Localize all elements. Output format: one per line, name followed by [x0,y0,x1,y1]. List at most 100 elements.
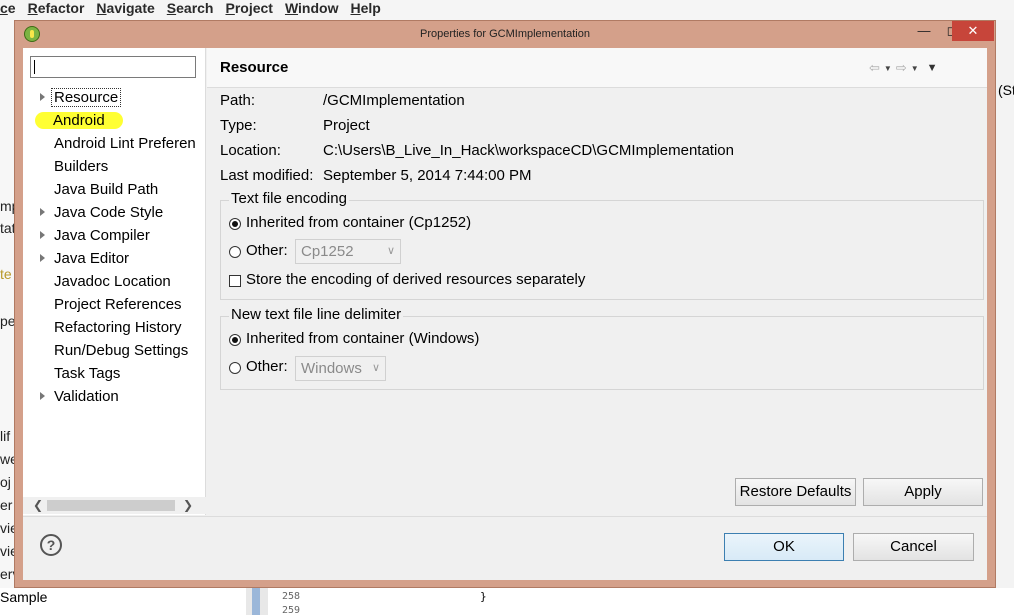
tree-item-task-tags[interactable]: Task Tags [54,363,120,384]
tree-item-java-editor[interactable]: Java Editor [54,248,129,269]
nav-horizontal-scrollbar[interactable]: ❮ ❯ [23,497,206,514]
ide-left-fragment: we [0,451,14,467]
line-delimiter-group: New text file line delimiter Inherited f… [220,306,984,390]
menu-navigate[interactable]: Navigate [96,0,154,20]
tree-item-label: Resource [51,88,122,107]
ide-left-fragment: oj [0,474,11,490]
forward-dropdown-icon[interactable]: ▼ [911,64,919,73]
last-modified-value: September 5, 2014 7:44:00 PM [323,167,532,184]
encoding-other-label[interactable]: Other: [246,242,288,259]
encoding-inherited-label[interactable]: Inherited from container (Cp1252) [246,214,471,231]
dialog-footer: ? OK Cancel [23,516,987,580]
editor-gutter [246,588,316,615]
ide-right-fragment: (St [998,82,1014,98]
page-title: Resource [220,59,289,76]
ide-left-fragment: mp [0,198,14,214]
expand-arrow-icon[interactable] [40,87,48,108]
ide-bottom-area: Sample 258 259 } [0,588,1014,615]
group-title: New text file line delimiter [229,306,404,323]
page-history-nav: ⇦ ▼ ⇨ ▼ ▼ [869,60,938,76]
derived-encoding-checkbox[interactable] [229,275,241,287]
delimiter-other-radio[interactable] [229,362,241,374]
tree-item-java-code-style[interactable]: Java Code Style [54,202,163,223]
delimiter-select[interactable]: Windows ∨ [295,356,386,381]
tree-item-android[interactable]: Android [35,110,123,131]
ide-left-fragment: pe [0,313,14,329]
tree-item-resource[interactable]: Resource [51,87,122,108]
ide-left-fragment: er [0,497,13,513]
ide-left-fragment: vie [0,543,14,559]
type-label: Type: [220,117,257,134]
delimiter-select-value: Windows [301,360,362,377]
derived-encoding-label[interactable]: Store the encoding of derived resources … [246,271,585,288]
back-arrow-icon[interactable]: ⇦ [869,60,880,76]
scroll-right-icon[interactable]: ❯ [183,497,193,514]
properties-dialog: Properties for GCMImplementation — ◻ ✕ R… [14,20,996,588]
menu-source[interactable]: ce [0,0,16,20]
line-number: 259 [282,605,301,615]
menu-help[interactable]: Help [350,0,380,20]
ide-right-panel: (St [996,20,1014,592]
page-header: Resource ⇦ ▼ ⇨ ▼ ▼ [207,48,987,88]
expand-arrow-icon[interactable] [40,225,48,246]
tree-item-javadoc-location[interactable]: Javadoc Location [54,271,171,292]
delimiter-inherited-label[interactable]: Inherited from container (Windows) [246,330,479,347]
ide-left-fragment: lif [0,428,11,444]
dialog-client: Resource Android Android Lint Preferen B… [23,48,987,580]
apply-button[interactable]: Apply [863,478,983,506]
help-icon[interactable]: ? [40,534,62,556]
encoding-select[interactable]: Cp1252 ∨ [295,239,401,264]
menu-window[interactable]: Window [285,0,339,20]
ok-button[interactable]: OK [724,533,844,561]
ide-menubar: ce Refactor Navigate Search Project Wind… [0,0,1014,20]
properties-nav: Resource Android Android Lint Preferen B… [23,48,206,515]
path-label: Path: [220,92,256,109]
encoding-inherited-radio[interactable] [229,218,241,230]
tree-item-project-references[interactable]: Project References [54,294,182,315]
encoding-other-radio[interactable] [229,246,241,258]
chevron-down-icon: ∨ [386,245,395,257]
filter-input[interactable] [30,56,196,78]
tree-item-builders[interactable]: Builders [54,156,108,177]
tree-item-java-compiler[interactable]: Java Compiler [54,225,150,246]
restore-defaults-button[interactable]: Restore Defaults [735,478,856,506]
delimiter-other-label[interactable]: Other: [246,358,288,375]
ide-left-fragment: vie [0,520,14,536]
menu-search[interactable]: Search [167,0,214,20]
scroll-left-icon[interactable]: ❮ [33,497,43,514]
cancel-button[interactable]: Cancel [853,533,974,561]
dialog-title: Properties for GCMImplementation [420,28,590,40]
ide-left-panel: mp tat te pe lif we oj er vie vie erv [0,20,14,592]
chevron-down-icon: ∨ [371,362,380,374]
forward-arrow-icon[interactable]: ⇨ [896,60,907,76]
path-value: /GCMImplementation [323,92,465,109]
expand-arrow-icon[interactable] [40,202,48,223]
menu-project[interactable]: Project [225,0,272,20]
tree-item-android-lint[interactable]: Android Lint Preferen [54,133,196,154]
last-modified-label: Last modified: [220,167,314,184]
ide-sample-label: Sample [0,589,48,605]
close-icon[interactable]: ✕ [952,21,994,41]
type-value: Project [323,117,370,134]
minimize-icon[interactable]: — [910,21,938,41]
scroll-thumb[interactable] [47,500,175,511]
group-title: Text file encoding [229,190,349,207]
tree-item-validation[interactable]: Validation [54,386,119,407]
location-label: Location: [220,142,281,159]
expand-arrow-icon[interactable] [40,248,48,269]
tree-item-run-debug-settings[interactable]: Run/Debug Settings [54,340,188,361]
expand-arrow-icon[interactable] [40,386,48,407]
view-menu-icon[interactable]: ▼ [927,62,938,74]
encoding-select-value: Cp1252 [301,243,354,260]
line-number: 258 [282,591,301,602]
dialog-titlebar[interactable]: Properties for GCMImplementation — ◻ ✕ [15,21,995,47]
delimiter-inherited-radio[interactable] [229,334,241,346]
back-dropdown-icon[interactable]: ▼ [884,64,892,73]
tree-item-java-build-path[interactable]: Java Build Path [54,179,158,200]
text-encoding-group: Text file encoding Inherited from contai… [220,190,984,300]
tree-item-label: Android [35,112,123,129]
tree-item-refactoring-history[interactable]: Refactoring History [54,317,182,338]
menu-refactor[interactable]: Refactor [28,0,85,20]
ide-left-fragment: tat [0,220,14,236]
ide-left-fragment: erv [0,566,14,582]
